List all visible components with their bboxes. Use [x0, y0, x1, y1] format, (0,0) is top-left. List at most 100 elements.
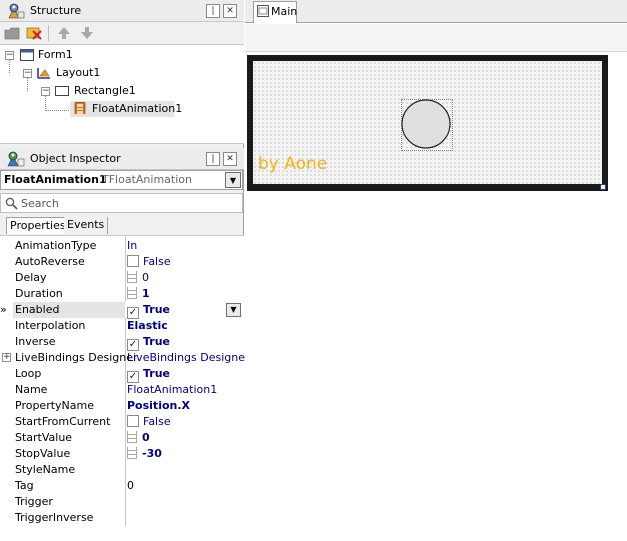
property-value[interactable]: -30 [127, 446, 162, 462]
property-row[interactable]: Inverse ✓ True [0, 334, 244, 351]
property-row[interactable]: StartFromCurrent False [0, 414, 244, 430]
folder-icon[interactable] [4, 26, 20, 40]
property-row[interactable]: StopValue -30 [0, 446, 244, 462]
collapse-icon[interactable]: − [23, 69, 32, 78]
structure-icon [8, 3, 25, 19]
property-value-text: Elastic [127, 319, 168, 332]
selected-component-name: FloatAnimation1 [4, 173, 107, 186]
property-row[interactable]: » Enabled ✓ True ▼ [0, 302, 244, 319]
property-row[interactable]: + LiveBindings Designer LiveBindings Desig… [0, 350, 250, 366]
property-value-text: True [143, 367, 171, 380]
tab-properties[interactable]: Properties [6, 217, 70, 234]
property-row[interactable]: Name FloatAnimation1 [0, 382, 244, 398]
property-value[interactable]: Position.X [127, 398, 190, 414]
component-selector[interactable]: FloatAnimation1 TFloatAnimation ▼ [0, 170, 243, 190]
structure-toolbar [0, 22, 244, 44]
property-row[interactable]: PropertyName Position.X [0, 398, 244, 414]
form-designer: Main by Aone [245, 0, 627, 541]
tree-node-floatanimation1[interactable]: FloatAnimation1 [70, 101, 182, 117]
property-name: Tag [15, 479, 34, 492]
property-name: Loop [15, 367, 42, 380]
tab-main[interactable]: Main [253, 1, 297, 23]
unchecked-checkbox-icon[interactable] [127, 415, 139, 427]
property-value-text: -30 [142, 447, 162, 460]
property-row[interactable]: Delay 0 [0, 270, 244, 286]
property-value[interactable]: LiveBindings Designer [127, 350, 250, 366]
property-row[interactable]: Trigger [0, 494, 244, 510]
property-value-text: FloatAnimation1 [127, 383, 218, 396]
structure-panel-title: Structure [30, 4, 82, 17]
numeric-spinner-icon[interactable] [127, 431, 137, 443]
object-inspector-title: Object Inspector [30, 152, 121, 165]
tree-node-label: Form1 [38, 48, 73, 61]
property-search-input[interactable]: Search [0, 193, 243, 213]
form-file-icon [257, 5, 269, 17]
property-name: Inverse [15, 335, 56, 348]
tab-label: Main [271, 5, 298, 18]
property-row[interactable]: AnimationType In [0, 238, 244, 254]
property-value[interactable]: Elastic [127, 318, 168, 334]
property-value[interactable]: False [127, 414, 171, 430]
numeric-spinner-icon[interactable] [127, 271, 137, 283]
tree-node-form1[interactable]: − Form1 [0, 47, 244, 63]
property-value[interactable]: 1 [127, 286, 150, 302]
chevron-down-icon[interactable]: ▼ [226, 303, 241, 317]
property-value-text: False [143, 255, 171, 268]
close-icon[interactable]: ✕ [223, 4, 237, 18]
property-value-text: 0 [142, 431, 150, 444]
rectangle1-surface[interactable]: by Aone [253, 61, 602, 184]
property-name: Enabled [15, 303, 60, 316]
pin-icon[interactable]: ❘ [206, 152, 220, 166]
property-name: AnimationType [15, 239, 97, 252]
collapse-icon[interactable]: − [5, 51, 14, 60]
circle-shape[interactable] [401, 99, 453, 151]
property-value[interactable]: False [127, 254, 171, 270]
tree-node-layout1[interactable]: − Layout1 [0, 65, 244, 81]
property-value[interactable]: ✓ True [127, 302, 170, 319]
tab-label: Properties [10, 219, 66, 232]
property-row[interactable]: Tag 0 [0, 478, 244, 494]
property-row[interactable]: StartValue 0 [0, 430, 244, 446]
property-row[interactable]: Loop ✓ True [0, 366, 244, 383]
form-icon [20, 49, 34, 61]
property-value[interactable]: ✓ True [127, 334, 170, 351]
property-value[interactable]: 0 [127, 270, 149, 286]
property-value[interactable]: 0 [127, 430, 150, 446]
tree-node-rectangle1[interactable]: − Rectangle1 [0, 83, 244, 99]
property-row[interactable]: Duration 1 [0, 286, 244, 302]
expand-icon[interactable]: + [2, 353, 11, 362]
property-name: StartValue [15, 431, 73, 444]
tab-events[interactable]: Events [64, 217, 109, 234]
selected-component-type: TFloatAnimation [102, 173, 192, 186]
move-down-icon[interactable] [80, 26, 94, 40]
property-value[interactable]: ✓ True [127, 366, 170, 383]
property-name: StartFromCurrent [15, 415, 111, 428]
property-value[interactable]: In [127, 238, 137, 254]
property-value[interactable]: FloatAnimation1 [127, 382, 217, 398]
property-value[interactable]: 0 [127, 478, 134, 494]
chevron-down-icon[interactable]: ▼ [225, 172, 241, 188]
collapse-icon[interactable]: − [41, 87, 50, 96]
property-grid: AnimationType In AutoReverse False Delay 0 Dur… [0, 235, 250, 541]
layout1-frame[interactable]: by Aone [247, 55, 608, 191]
property-value-text: False [143, 415, 171, 428]
move-up-icon[interactable] [57, 26, 71, 40]
property-name: Duration [15, 287, 63, 300]
property-row[interactable]: AutoReverse False [0, 254, 244, 270]
property-row[interactable]: TriggerInverse [0, 510, 244, 526]
search-icon [5, 197, 18, 210]
resize-handle[interactable] [600, 184, 606, 190]
property-row[interactable]: StyleName [0, 462, 244, 478]
numeric-spinner-icon[interactable] [127, 447, 137, 459]
property-value-text: Position.X [127, 399, 191, 412]
property-value-text: In [127, 239, 138, 252]
inspector-tabs: Properties Events [0, 216, 244, 234]
property-row[interactable]: Interpolation Elastic [0, 318, 244, 334]
close-icon[interactable]: ✕ [223, 152, 237, 166]
active-row-marker-icon: » [0, 303, 7, 316]
tree-node-label: FloatAnimation1 [92, 102, 183, 115]
numeric-spinner-icon[interactable] [127, 287, 137, 299]
delete-component-icon[interactable] [26, 25, 42, 41]
pin-icon[interactable]: ❘ [206, 4, 220, 18]
unchecked-checkbox-icon[interactable] [127, 255, 139, 267]
